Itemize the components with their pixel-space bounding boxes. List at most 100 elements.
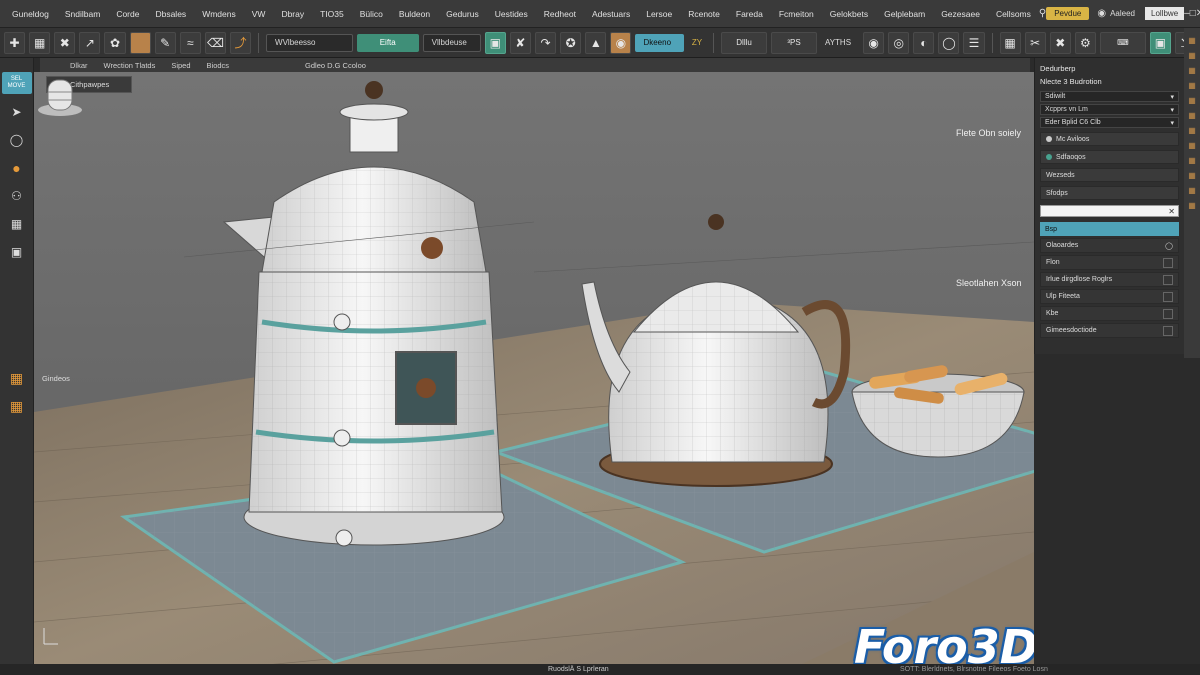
trash-icon[interactable]: ▦ [999, 31, 1021, 54]
keyboard-icon[interactable]: ⌨ [1099, 31, 1146, 54]
menu-item-dbray[interactable]: Dbray [273, 9, 312, 19]
lattice-icon[interactable]: ▦ [6, 368, 28, 388]
menu-item-build[interactable]: Bülico [352, 9, 391, 19]
subbar-item[interactable]: Biodcs [207, 61, 230, 70]
toolbar-label-b[interactable]: ³PS [771, 31, 817, 54]
tab-icon[interactable]: ▦ [1188, 186, 1196, 195]
menu-item-file[interactable]: Guneldog [4, 9, 57, 19]
status-pill[interactable]: Pevdue [1046, 7, 1090, 20]
panel-list-item[interactable]: Ulp Fiteeta [1040, 289, 1179, 304]
checkbox-icon[interactable] [1163, 325, 1173, 336]
panel-list-item[interactable]: Kbe [1040, 306, 1179, 321]
select-tool-active[interactable]: SEL MOVE [1, 72, 32, 94]
panel-list-item[interactable]: Irlue dirgdlose Roglrs [1040, 272, 1179, 287]
menu-search-field[interactable]: Lollbwe [1145, 7, 1185, 20]
panel-group[interactable]: Olaoardes ◯ [1040, 238, 1179, 253]
knife-icon[interactable]: ✘ [509, 31, 531, 54]
nav-cube-icon[interactable] [34, 72, 86, 120]
menu-item-vw[interactable]: VW [244, 9, 274, 19]
globe-icon[interactable]: ◎ [888, 31, 910, 54]
brush-icon[interactable]: ✎ [154, 31, 176, 54]
twist-icon[interactable]: ✪ [560, 31, 582, 54]
toolbar-field-1[interactable]: WVlbeesso [266, 33, 353, 52]
tab-icon[interactable]: ▦ [1188, 36, 1196, 45]
menu-item-fcmeiton[interactable]: Fcmeiton [771, 9, 822, 19]
bend-icon[interactable]: ↷ [535, 31, 557, 54]
toolbar-field-2[interactable]: Eifta [356, 33, 419, 52]
tab-icon[interactable]: ▦ [1188, 141, 1196, 150]
material-swatch-icon[interactable] [129, 31, 151, 54]
display-mode-field[interactable]: Dkeeno [635, 33, 684, 52]
panel-active-item[interactable]: Bsp [1040, 222, 1179, 236]
menu-item-fareda[interactable]: Fareda [728, 9, 771, 19]
checkbox-icon[interactable] [1163, 308, 1173, 319]
cog-icon[interactable]: ⚙ [1074, 31, 1096, 54]
menu-item-lersoe[interactable]: Lersoe [638, 9, 680, 19]
subbar-item[interactable]: Gdleo D.G Ccoloo [305, 61, 366, 70]
scale-icon[interactable]: ↗ [79, 31, 101, 54]
bell-icon[interactable]: ◉ [1097, 8, 1106, 19]
panel-select-1[interactable]: Sdiwilt ▾ [1040, 91, 1179, 102]
pointer-icon[interactable]: ➤ [6, 102, 28, 122]
panel-row-a[interactable]: Mc Aviloos [1040, 132, 1179, 146]
hash-icon[interactable]: ▦ [6, 396, 28, 416]
lasso-icon[interactable]: ✿ [104, 31, 126, 54]
close-icon[interactable]: ✕ [1196, 8, 1200, 19]
menu-item-gedurus[interactable]: Gedurus [438, 9, 487, 19]
subbar-item[interactable]: Wrection Tlatds [104, 61, 156, 70]
orbit-icon[interactable]: ◯ [6, 130, 28, 150]
sphere-icon[interactable]: ◉ [863, 31, 885, 54]
tweezer-icon[interactable]: ✖ [54, 31, 76, 54]
menu-item-windows[interactable]: Wmdens [194, 9, 244, 19]
menu-item-gelokbets[interactable]: Gelokbets [822, 9, 876, 19]
panel-select-2[interactable]: Xcpprs vn Lm ▾ [1040, 104, 1179, 115]
panel-row-b[interactable]: Sdfaoqos [1040, 150, 1179, 164]
grid-snap-icon[interactable]: ▦ [6, 214, 28, 234]
toolbar-field-3[interactable]: Vllbdeuse [422, 33, 481, 52]
menu-item-uestides[interactable]: Uestides [487, 9, 536, 19]
refresh-icon[interactable]: ◯ [1165, 242, 1173, 250]
panel-list-item[interactable]: Flon [1040, 255, 1179, 270]
menu-item-rcenote[interactable]: Rcenote [680, 9, 728, 19]
menu-item-create[interactable]: Corde [108, 9, 147, 19]
move-icon[interactable]: ✚ [4, 31, 26, 54]
save-icon[interactable]: ▣ [6, 242, 28, 262]
tab-icon[interactable]: ▦ [1188, 171, 1196, 180]
x-tool-icon[interactable]: ✖ [1049, 31, 1071, 54]
3d-viewport[interactable]: Eait Cithpawpes Flete Obn soiely Sleotla… [34, 72, 1034, 668]
panel-toggle-icon[interactable]: ▣ [1149, 31, 1172, 54]
figure-icon[interactable]: ⚇ [6, 186, 28, 206]
panel-section-1[interactable]: Wezseds [1040, 168, 1179, 182]
snap-icon[interactable]: ▣ [484, 31, 506, 54]
menu-item-adestuars[interactable]: Adestuars [584, 9, 638, 19]
menu-item-buldeon[interactable]: Buldeon [391, 9, 438, 19]
tab-icon[interactable]: ▦ [1188, 96, 1196, 105]
target-icon[interactable]: ◯ [938, 31, 960, 54]
subbar-item[interactable]: Siped [171, 61, 190, 70]
hook-icon[interactable]: ⤴ [229, 31, 252, 54]
grid-icon[interactable]: ▦ [29, 31, 51, 54]
tab-icon[interactable]: ▦ [1188, 111, 1196, 120]
menu-item-redheot[interactable]: Redheot [536, 9, 584, 19]
toolbar-label-c[interactable]: AYTHS [821, 38, 855, 47]
checkbox-icon[interactable] [1163, 291, 1173, 302]
checkbox-icon[interactable] [1163, 274, 1173, 285]
tab-icon[interactable]: ▦ [1188, 81, 1196, 90]
shader-icon[interactable]: ◉ [610, 31, 632, 54]
tab-icon[interactable]: ▦ [1188, 201, 1196, 210]
panel-select-3[interactable]: Eder Bplid C6 Clb ▾ [1040, 117, 1179, 128]
panel-section-2[interactable]: Sfodps [1040, 186, 1179, 200]
cut-icon[interactable]: ✂ [1024, 31, 1046, 54]
paint-icon[interactable]: ● [6, 158, 28, 178]
toolbar-label-a[interactable]: Dlllu [721, 31, 768, 54]
panel-list-item[interactable]: Gimeesdoctiode [1040, 323, 1179, 338]
subbar-item[interactable]: Dlkar [70, 61, 88, 70]
tab-icon[interactable]: ▦ [1188, 66, 1196, 75]
tab-icon[interactable]: ▦ [1188, 51, 1196, 60]
user-name[interactable]: Aaleed [1106, 9, 1139, 18]
eraser-icon[interactable]: ⌫ [204, 31, 226, 54]
sculpt-icon[interactable]: ≈ [179, 31, 201, 54]
search-icon[interactable]: ⚲ [1039, 8, 1046, 19]
menu-item-edit[interactable]: Sndilbam [57, 9, 108, 19]
clear-icon[interactable]: ✕ [1168, 207, 1175, 216]
